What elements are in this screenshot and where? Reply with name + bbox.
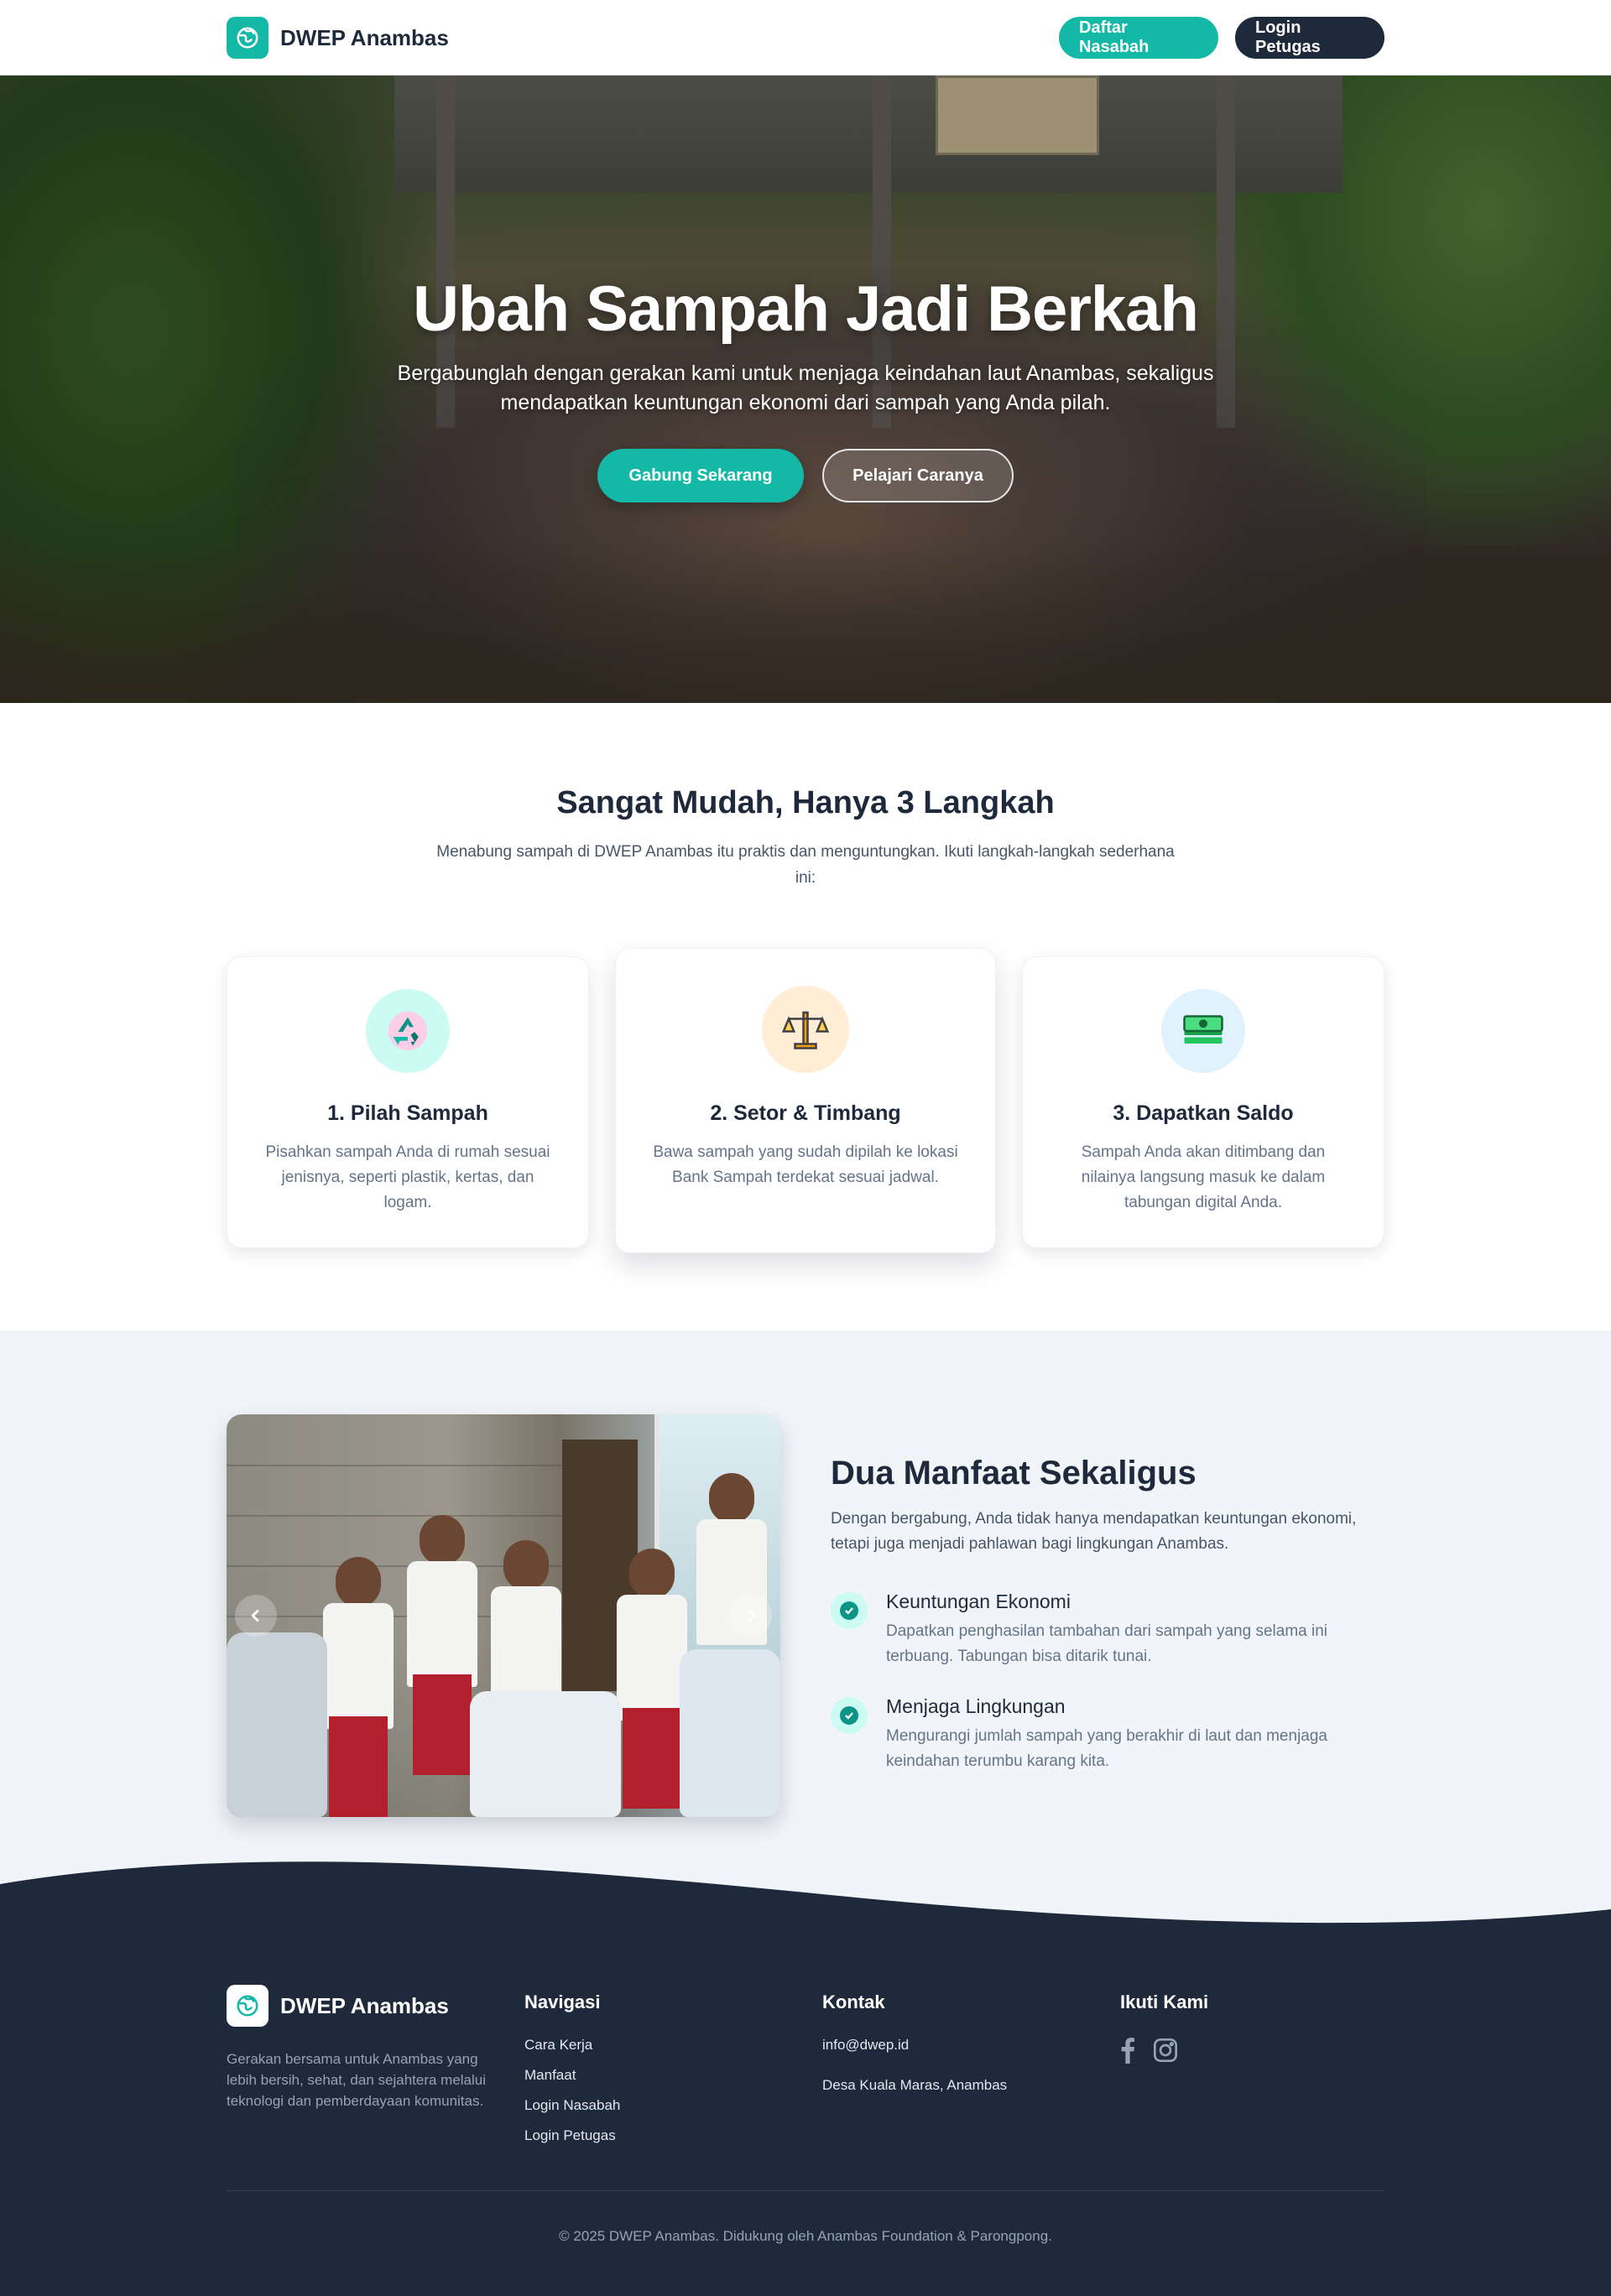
steps-section: Sangat Mudah, Hanya 3 Langkah Menabung s… [0, 703, 1611, 1330]
footer-link-how-it-works[interactable]: Cara Kerja [524, 2037, 620, 2054]
step-card: 2. Setor & Timbang Bawa sampah yang suda… [615, 948, 996, 1253]
copyright: © 2025 DWEP Anambas. Didukung oleh Anamb… [559, 2228, 1052, 2244]
benefits-intro: Dengan bergabung, Anda tidak hanya menda… [831, 1510, 1357, 1553]
photo-figure [629, 1549, 675, 1599]
chevron-right-icon[interactable] [730, 1595, 772, 1637]
money-icon [1161, 989, 1245, 1073]
hero-buttons: Gabung Sekarang Pelajari Caranya [0, 449, 1611, 502]
benefit-item-title: Menjaga Lingkungan [886, 1695, 1066, 1717]
footer-social-heading: Ikuti Kami [1120, 1991, 1209, 2012]
photo-figure [617, 1595, 687, 1721]
benefit-item: Menjaga Lingkungan Mengurangi jumlah sam… [831, 1695, 1384, 1779]
hero-title: Ubah Sampah Jadi Berkah [413, 273, 1199, 345]
step-title: 2. Setor & Timbang [710, 1101, 901, 1125]
footer-social-column: Ikuti Kami [1120, 1985, 1208, 2068]
globe-icon [227, 1985, 268, 2027]
footer-contact-email[interactable]: info@dwep.id [822, 2037, 1007, 2054]
hero-subtitle: Bergabunglah dengan gerakan kami untuk m… [397, 362, 1214, 414]
footer-brand-name: DWEP Anambas [280, 1992, 449, 2018]
photo-figure [329, 1716, 388, 1817]
navbar: DWEP Anambas Daftar Nasabah Login Petuga… [0, 0, 1611, 75]
footer-divider [227, 2190, 1384, 2191]
benefit-item: Keuntungan Ekonomi Dapatkan penghasilan … [831, 1591, 1384, 1674]
step-desc: Pisahkan sampah Anda di rumah sesuai jen… [265, 1143, 550, 1211]
step-desc: Sampah Anda akan ditimbang dan nilainya … [1081, 1143, 1326, 1211]
photo-sack [680, 1649, 780, 1817]
brand-name: DWEP Anambas [280, 24, 449, 50]
benefits-title: Dua Manfaat Sekaligus [831, 1455, 1197, 1492]
step-title: 3. Dapatkan Saldo [1113, 1101, 1294, 1125]
recycle-icon [366, 989, 450, 1073]
footer: DWEP Anambas Gerakan bersama untuk Anamb… [0, 1851, 1611, 2296]
chevron-left-icon[interactable] [235, 1595, 277, 1637]
footer-contact-heading: Kontak [822, 1991, 885, 2012]
photo-figure [323, 1603, 394, 1729]
photo-figure [336, 1557, 381, 1607]
photo-figure [503, 1540, 549, 1591]
benefit-item-desc: Dapatkan penghasilan tambahan dari sampa… [886, 1622, 1328, 1665]
footer-link-login-staff[interactable]: Login Petugas [524, 2127, 620, 2144]
footer-link-benefits[interactable]: Manfaat [524, 2067, 620, 2084]
footer-nav-column: Navigasi Cara Kerja Manfaat Login Nasaba… [524, 1985, 620, 2144]
photo-sack [227, 1632, 327, 1817]
footer-brand-column: DWEP Anambas Gerakan bersama untuk Anamb… [227, 1985, 495, 2111]
join-now-button[interactable]: Gabung Sekarang [597, 449, 804, 502]
footer-wave [0, 1851, 1611, 1951]
register-button[interactable]: Daftar Nasabah [1059, 17, 1218, 59]
footer-contact-address: Desa Kuala Maras, Anambas [822, 2077, 1008, 2093]
photo-figure [420, 1515, 465, 1565]
photo-figure [407, 1561, 477, 1687]
learn-how-button[interactable]: Pelajari Caranya [822, 449, 1014, 502]
nav-buttons: Daftar Nasabah Login Petugas [1059, 17, 1384, 59]
footer-nav-heading: Navigasi [524, 1991, 601, 2012]
check-icon [831, 1697, 868, 1734]
photo-figure [709, 1473, 754, 1523]
check-icon [831, 1592, 868, 1629]
step-card: 3. Dapatkan Saldo Sampah Anda akan ditim… [1022, 956, 1384, 1248]
photo-figure [413, 1674, 472, 1775]
steps-subtitle: Menabung sampah di DWEP Anambas itu prak… [436, 843, 1175, 887]
benefits-photo-carousel[interactable] [227, 1414, 780, 1817]
brand-logo[interactable]: DWEP Anambas [227, 17, 449, 59]
footer-about: Gerakan bersama untuk Anambas yang lebih… [227, 2051, 487, 2109]
benefit-item-title: Keuntungan Ekonomi [886, 1591, 1071, 1612]
footer-contact-column: Kontak info@dwep.id Desa Kuala Maras, An… [822, 1985, 1007, 2094]
hero-section: Ubah Sampah Jadi Berkah Bergabunglah den… [0, 75, 1611, 703]
step-card: 1. Pilah Sampah Pisahkan sampah Anda di … [227, 956, 589, 1248]
benefit-item-desc: Mengurangi jumlah sampah yang berakhir d… [886, 1727, 1327, 1770]
instagram-icon[interactable] [1152, 2037, 1179, 2068]
photo-sack [470, 1691, 621, 1817]
scale-icon [762, 986, 849, 1073]
benefits-section: Dua Manfaat Sekaligus Dengan bergabung, … [0, 1330, 1611, 1901]
navbar-inner: DWEP Anambas Daftar Nasabah Login Petuga… [227, 0, 1384, 75]
facebook-icon[interactable] [1120, 2037, 1135, 2068]
step-title: 1. Pilah Sampah [327, 1101, 488, 1125]
steps-title: Sangat Mudah, Hanya 3 Langkah [556, 785, 1055, 820]
footer-link-login-customer[interactable]: Login Nasabah [524, 2097, 620, 2114]
login-staff-button[interactable]: Login Petugas [1235, 17, 1384, 59]
step-desc: Bawa sampah yang sudah dipilah ke lokasi… [653, 1143, 958, 1186]
social-links [1120, 2037, 1208, 2068]
globe-icon [227, 17, 268, 59]
photo-figure [623, 1708, 681, 1809]
footer-brand[interactable]: DWEP Anambas [227, 1985, 495, 2027]
